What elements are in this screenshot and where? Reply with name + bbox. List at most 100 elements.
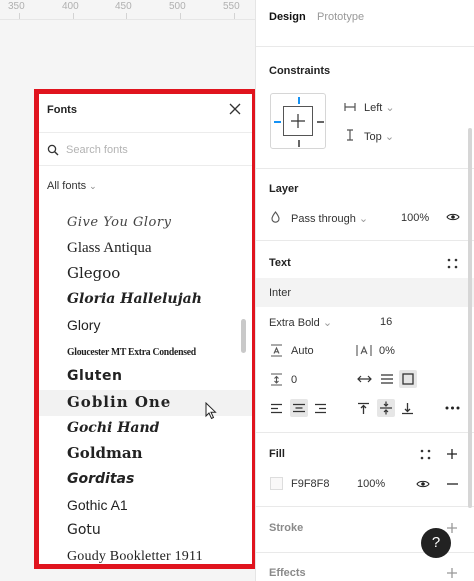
tab-design[interactable]: Design xyxy=(269,11,306,23)
font-list: Give You Glory Glass Antiqua Glegoo Glor… xyxy=(39,210,252,564)
ruler-tick xyxy=(73,13,74,19)
font-list-item[interactable]: Gothic A1 xyxy=(39,493,252,519)
font-weight-dropdown[interactable]: Extra Bold ⌄ xyxy=(269,316,332,329)
constraint-inner-box xyxy=(283,106,313,136)
letter-spacing-icon xyxy=(356,345,372,356)
ruler-label: 500 xyxy=(169,1,186,12)
font-list-item[interactable]: Gochi Hand xyxy=(39,416,252,442)
fixed-size-icon xyxy=(402,373,414,385)
align-left-icon[interactable] xyxy=(270,403,283,414)
ruler-tick xyxy=(234,13,235,19)
ruler-tick xyxy=(126,13,127,19)
horizontal-constraint-icon xyxy=(344,103,356,111)
divider xyxy=(256,506,474,507)
layer-opacity-input[interactable]: 100% xyxy=(401,212,429,224)
fill-opacity-input[interactable]: 100% xyxy=(357,478,385,490)
font-search-input[interactable] xyxy=(66,139,236,161)
auto-height-icon[interactable] xyxy=(380,373,394,385)
font-filter-dropdown[interactable]: All fonts ⌄ xyxy=(47,180,97,192)
canvas-ruler: 350 400 450 500 550 xyxy=(0,0,255,20)
fill-hex-input[interactable]: F9F8F8 xyxy=(291,478,330,490)
chevron-down-icon: ⌄ xyxy=(322,317,333,329)
horizontal-constraint-value: Left xyxy=(364,102,383,114)
chevron-down-icon: ⌄ xyxy=(385,102,395,114)
eye-icon[interactable] xyxy=(416,479,430,489)
ruler-label: 350 xyxy=(8,1,25,12)
divider xyxy=(256,168,474,169)
letter-spacing-input[interactable]: 0% xyxy=(379,345,395,357)
fill-styles-icon[interactable] xyxy=(420,449,431,460)
properties-scrollbar[interactable] xyxy=(468,128,472,508)
divider xyxy=(256,432,474,433)
align-middle-icon xyxy=(380,401,392,415)
vertical-constraint-value: Top xyxy=(364,131,382,143)
text-styles-icon[interactable] xyxy=(447,258,458,269)
align-center-button[interactable] xyxy=(290,399,308,417)
add-effect-icon[interactable] xyxy=(446,567,458,579)
align-right-icon[interactable] xyxy=(314,403,327,414)
constraints-title: Constraints xyxy=(269,65,331,77)
line-height-input[interactable]: Auto xyxy=(291,345,314,357)
fonts-panel-title: Fonts xyxy=(47,104,77,116)
vertical-constraint-icon xyxy=(347,129,353,141)
ruler-label: 550 xyxy=(223,1,240,12)
font-list-item[interactable]: Gotu xyxy=(39,518,252,544)
paragraph-spacing-icon xyxy=(271,373,282,386)
divider xyxy=(256,240,474,241)
align-middle-button[interactable] xyxy=(377,399,395,417)
chevron-down-icon: ⌄ xyxy=(89,181,97,191)
font-list-item[interactable]: Give You Glory xyxy=(39,210,252,236)
close-icon[interactable] xyxy=(227,101,243,117)
font-list-item[interactable]: Goudy Bookletter 1911 xyxy=(39,544,252,564)
vertical-constraint-dropdown[interactable]: Top ⌄ xyxy=(364,130,394,143)
paragraph-spacing-input[interactable]: 0 xyxy=(291,374,297,386)
layer-title: Layer xyxy=(269,183,299,195)
font-list-item[interactable]: Glass Antiqua xyxy=(39,236,252,262)
text-title: Text xyxy=(269,257,291,269)
font-list-item-hovered[interactable]: Goblin One xyxy=(39,389,252,416)
tab-prototype[interactable]: Prototype xyxy=(317,11,364,23)
fill-color-swatch[interactable] xyxy=(270,477,283,490)
horizontal-constraint-dropdown[interactable]: Left ⌄ xyxy=(364,101,395,114)
remove-fill-icon[interactable] xyxy=(447,483,458,485)
blend-mode-dropdown[interactable]: Pass through ⌄ xyxy=(291,212,368,225)
constraint-widget[interactable] xyxy=(270,93,326,149)
fixed-size-button[interactable] xyxy=(399,370,417,388)
font-list-item-label: Gloucester MT Extra Condensed xyxy=(67,346,196,359)
plus-icon xyxy=(291,114,305,128)
auto-width-icon[interactable] xyxy=(357,374,372,384)
font-list-item[interactable]: Gluten xyxy=(39,364,252,390)
more-options-icon[interactable] xyxy=(445,406,460,410)
chevron-down-icon: ⌄ xyxy=(384,131,395,143)
ruler-tick xyxy=(19,13,20,19)
font-list-item[interactable]: Gloucester MT Extra Condensed xyxy=(39,338,252,364)
fill-title: Fill xyxy=(269,448,285,460)
add-stroke-icon[interactable] xyxy=(446,522,458,534)
font-size-input[interactable]: 16 xyxy=(380,316,392,328)
align-top-icon[interactable] xyxy=(357,402,370,415)
font-list-scrollbar[interactable] xyxy=(241,319,246,353)
help-button[interactable]: ? xyxy=(421,528,451,558)
font-list-item[interactable]: Gorditas xyxy=(39,467,252,493)
stroke-title: Stroke xyxy=(269,522,304,534)
search-icon xyxy=(47,144,59,156)
align-bottom-icon[interactable] xyxy=(401,402,414,415)
font-list-item[interactable]: Gloria Hallelujah xyxy=(39,287,252,313)
eye-icon[interactable] xyxy=(446,212,460,222)
font-list-item[interactable]: Glegoo xyxy=(39,261,252,287)
divider xyxy=(256,46,474,47)
blend-drop-icon xyxy=(271,211,280,223)
blend-mode-value: Pass through xyxy=(291,213,356,225)
add-fill-icon[interactable] xyxy=(446,448,458,460)
font-list-item[interactable]: Goldman xyxy=(39,441,252,467)
font-weight-value: Extra Bold xyxy=(269,317,320,329)
font-family-field[interactable]: Inter xyxy=(256,278,474,307)
ruler-label: 400 xyxy=(62,1,79,12)
font-filter-label: All fonts xyxy=(47,180,87,192)
ruler-tick xyxy=(180,13,181,19)
font-list-item[interactable]: Glory xyxy=(39,313,252,339)
font-search-bar xyxy=(39,132,252,166)
chevron-down-icon: ⌄ xyxy=(358,213,369,225)
line-height-icon xyxy=(271,344,282,357)
ruler-label: 450 xyxy=(115,1,132,12)
